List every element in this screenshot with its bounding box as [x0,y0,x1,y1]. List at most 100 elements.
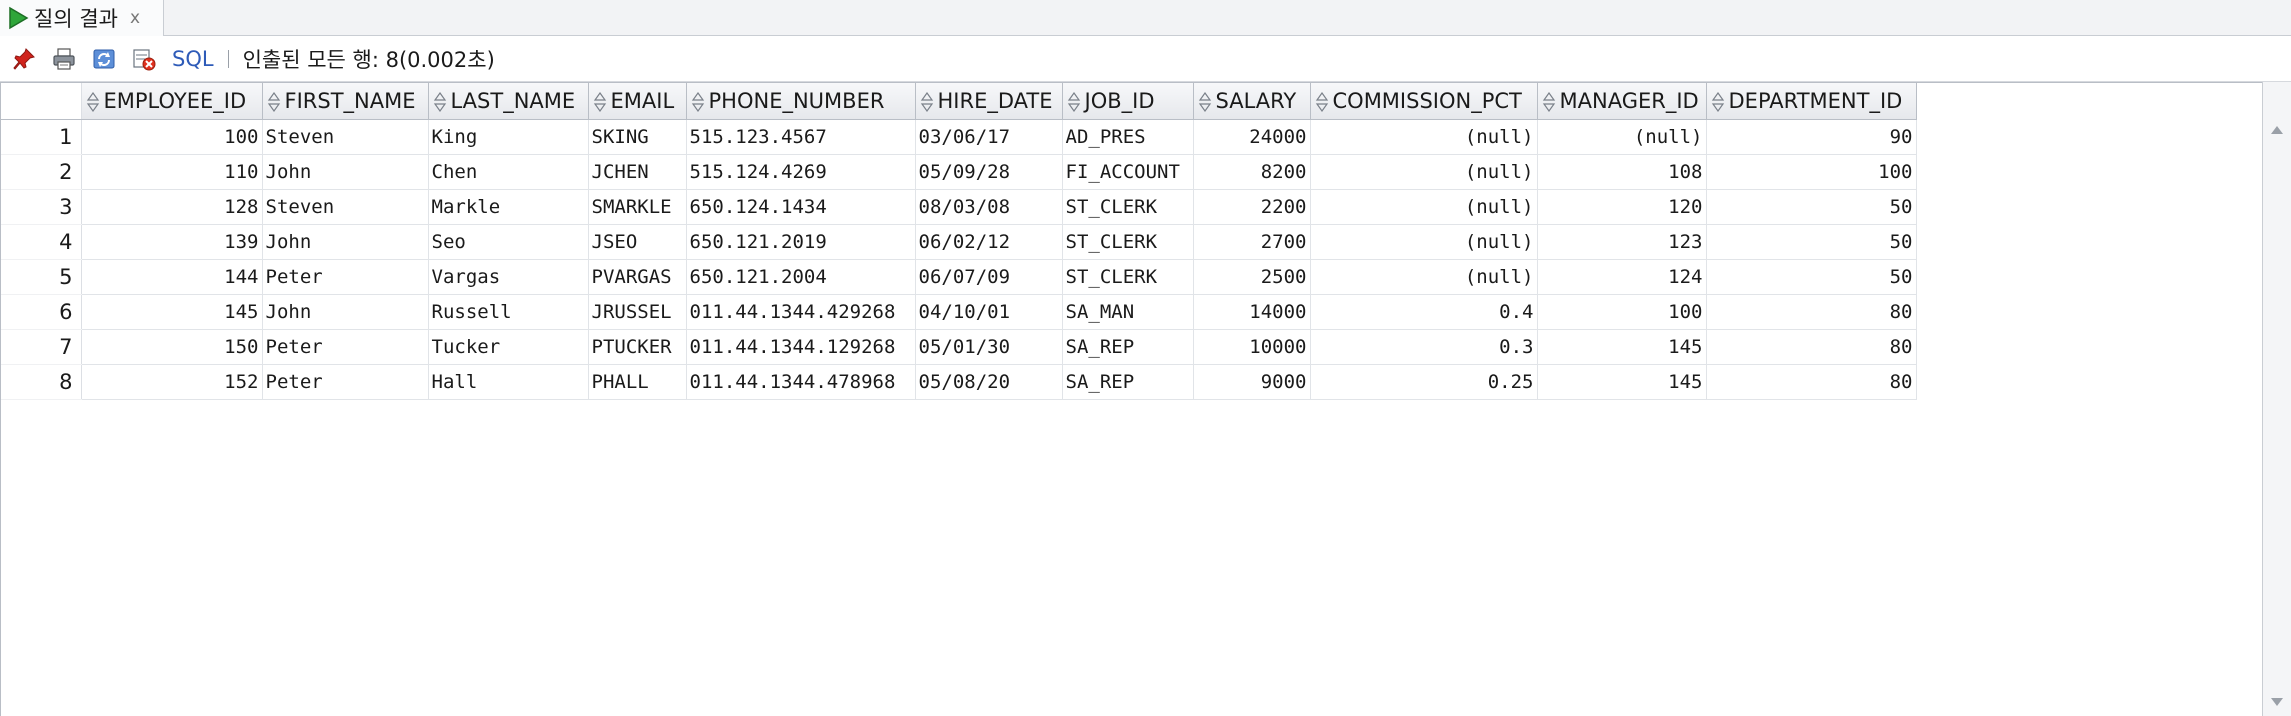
cell-manager-id[interactable]: 123 [1537,224,1707,260]
cell-hire-date[interactable]: 05/08/20 [915,364,1063,400]
table-row[interactable]: 4 139 John Seo JSEO 650.121.2019 06/02/12 ST_CL… [1,224,1917,260]
table-row[interactable]: 6 145 John Russell JRUSSEL 011.44.1344.429268… [1,294,1917,330]
cell-email[interactable]: PHALL [588,364,687,400]
print-icon[interactable] [48,43,80,75]
column-header-manager-id[interactable]: MANAGER_ID [1537,83,1707,120]
sort-icon[interactable] [593,92,607,112]
cell-phone-number[interactable]: 011.44.1344.129268 [686,329,916,365]
sort-icon[interactable] [1198,92,1212,112]
vertical-scrollbar[interactable] [2262,82,2291,716]
cell-salary[interactable]: 14000 [1193,294,1311,330]
cell-phone-number[interactable]: 650.121.2019 [686,224,916,260]
cell-employee-id[interactable]: 145 [81,294,263,330]
column-header-salary[interactable]: SALARY [1193,83,1311,120]
column-header-email[interactable]: EMAIL [588,83,687,120]
cell-manager-id[interactable]: 145 [1537,364,1707,400]
cell-salary[interactable]: 24000 [1193,119,1311,155]
cell-job-id[interactable]: SA_MAN [1062,294,1194,330]
cell-job-id[interactable]: ST_CLERK [1062,259,1194,295]
cell-phone-number[interactable]: 650.121.2004 [686,259,916,295]
cell-last-name[interactable]: Chen [428,154,589,190]
cell-first-name[interactable]: John [262,154,429,190]
cell-employee-id[interactable]: 139 [81,224,263,260]
cell-commission-pct[interactable]: (null) [1310,154,1538,190]
cell-commission-pct[interactable]: (null) [1310,119,1538,155]
scroll-up-icon[interactable] [2269,122,2285,138]
cell-hire-date[interactable]: 03/06/17 [915,119,1063,155]
cell-hire-date[interactable]: 06/07/09 [915,259,1063,295]
column-header-first-name[interactable]: FIRST_NAME [262,83,429,120]
sort-icon[interactable] [1067,92,1081,112]
cell-department-id[interactable]: 50 [1706,224,1917,260]
cell-manager-id[interactable]: 120 [1537,189,1707,225]
column-header-hire-date[interactable]: HIRE_DATE [915,83,1063,120]
cell-phone-number[interactable]: 515.124.4269 [686,154,916,190]
sort-icon[interactable] [86,92,100,112]
cell-hire-date[interactable]: 04/10/01 [915,294,1063,330]
cell-department-id[interactable]: 50 [1706,259,1917,295]
cell-phone-number[interactable]: 011.44.1344.429268 [686,294,916,330]
cell-first-name[interactable]: Peter [262,364,429,400]
sort-icon[interactable] [1711,92,1725,112]
cell-salary[interactable]: 2500 [1193,259,1311,295]
cell-first-name[interactable]: John [262,294,429,330]
cell-department-id[interactable]: 80 [1706,364,1917,400]
cell-salary[interactable]: 2700 [1193,224,1311,260]
cell-employee-id[interactable]: 128 [81,189,263,225]
cell-last-name[interactable]: King [428,119,589,155]
cell-job-id[interactable]: SA_REP [1062,364,1194,400]
cell-salary[interactable]: 8200 [1193,154,1311,190]
refresh-icon[interactable] [88,43,120,75]
sort-icon[interactable] [920,92,934,112]
cell-employee-id[interactable]: 110 [81,154,263,190]
cell-first-name[interactable]: John [262,224,429,260]
cell-department-id[interactable]: 100 [1706,154,1917,190]
table-row[interactable]: 2 110 John Chen JCHEN 515.124.4269 05/09/28 FI_… [1,154,1917,190]
cell-hire-date[interactable]: 06/02/12 [915,224,1063,260]
cell-last-name[interactable]: Tucker [428,329,589,365]
table-row[interactable]: 7 150 Peter Tucker PTUCKER 011.44.1344.129268… [1,329,1917,365]
table-row[interactable]: 8 152 Peter Hall PHALL 011.44.1344.478968 05/0… [1,364,1917,400]
cell-first-name[interactable]: Peter [262,329,429,365]
cell-manager-id[interactable]: (null) [1537,119,1707,155]
cell-job-id[interactable]: ST_CLERK [1062,224,1194,260]
cell-commission-pct[interactable]: (null) [1310,259,1538,295]
cell-employee-id[interactable]: 144 [81,259,263,295]
cell-email[interactable]: SMARKLE [588,189,687,225]
sort-icon[interactable] [267,92,281,112]
column-header-phone-number[interactable]: PHONE_NUMBER [686,83,916,120]
cell-department-id[interactable]: 90 [1706,119,1917,155]
column-header-job-id[interactable]: JOB_ID [1062,83,1194,120]
sort-icon[interactable] [433,92,447,112]
cell-manager-id[interactable]: 124 [1537,259,1707,295]
cell-phone-number[interactable]: 515.123.4567 [686,119,916,155]
cell-last-name[interactable]: Vargas [428,259,589,295]
cell-department-id[interactable]: 50 [1706,189,1917,225]
sort-icon[interactable] [1542,92,1556,112]
cell-employee-id[interactable]: 100 [81,119,263,155]
cell-first-name[interactable]: Peter [262,259,429,295]
cancel-icon[interactable] [128,43,160,75]
cell-manager-id[interactable]: 100 [1537,294,1707,330]
column-header-employee-id[interactable]: EMPLOYEE_ID [81,83,263,120]
column-header-commission-pct[interactable]: COMMISSION_PCT [1310,83,1538,120]
cell-salary[interactable]: 10000 [1193,329,1311,365]
cell-email[interactable]: SKING [588,119,687,155]
cell-commission-pct[interactable]: (null) [1310,189,1538,225]
cell-first-name[interactable]: Steven [262,189,429,225]
cell-email[interactable]: PVARGAS [588,259,687,295]
cell-employee-id[interactable]: 152 [81,364,263,400]
cell-first-name[interactable]: Steven [262,119,429,155]
cell-email[interactable]: JRUSSEL [588,294,687,330]
cell-last-name[interactable]: Hall [428,364,589,400]
cell-email[interactable]: JCHEN [588,154,687,190]
cell-salary[interactable]: 9000 [1193,364,1311,400]
cell-salary[interactable]: 2200 [1193,189,1311,225]
cell-manager-id[interactable]: 145 [1537,329,1707,365]
cell-job-id[interactable]: AD_PRES [1062,119,1194,155]
scroll-down-icon[interactable] [2269,694,2285,710]
cell-commission-pct[interactable]: 0.25 [1310,364,1538,400]
cell-email[interactable]: JSEO [588,224,687,260]
table-row[interactable]: 5 144 Peter Vargas PVARGAS 650.121.2004 06/07/… [1,259,1917,295]
cell-last-name[interactable]: Seo [428,224,589,260]
